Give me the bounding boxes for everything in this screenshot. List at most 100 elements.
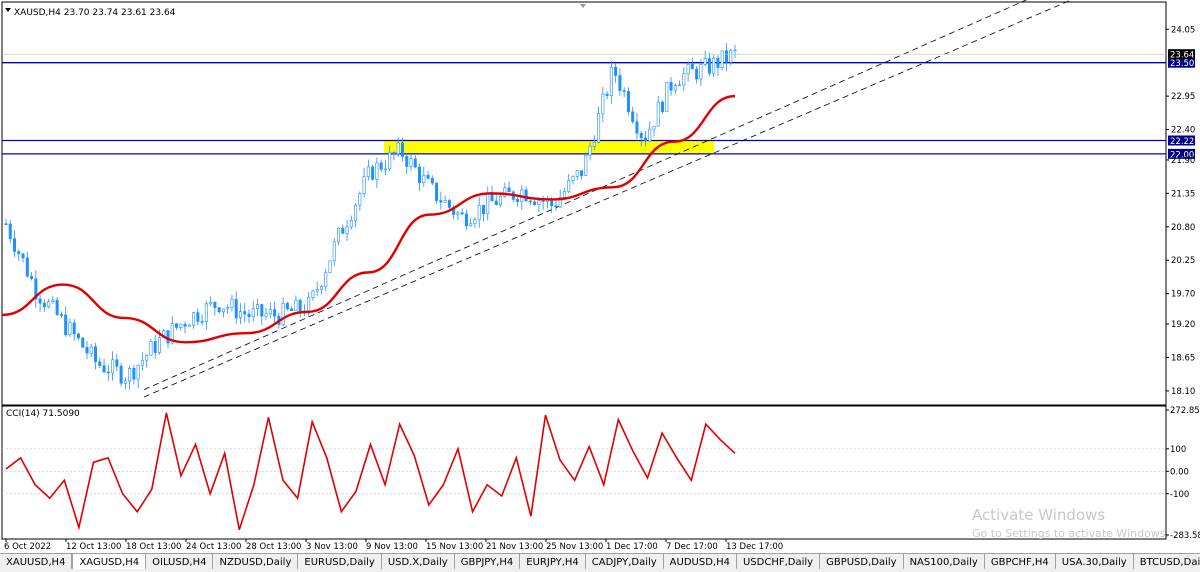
candle-body [400, 142, 404, 157]
candle-body [622, 90, 626, 92]
current-price-label: 23.64 [1170, 51, 1194, 61]
tab-gbpjpy-h4[interactable]: GBPJPY,H4 [455, 554, 521, 569]
cci-tick-label: 100 [1170, 445, 1186, 455]
candle-body [183, 323, 187, 327]
candle-body [562, 191, 566, 198]
candle-body [94, 346, 98, 363]
candle-body [392, 152, 396, 155]
candle-body [618, 75, 622, 91]
price-tick-label: 22.40 [1171, 126, 1195, 136]
candle-body [686, 63, 690, 74]
tab-eurusd-daily[interactable]: EURUSD,Daily [298, 554, 382, 569]
candle-body [537, 200, 541, 205]
candle-body [72, 322, 76, 335]
price-tick-label: 18.65 [1171, 353, 1195, 363]
price-tick-label: 20.25 [1171, 256, 1195, 266]
candle-body [418, 166, 422, 184]
candle-body [311, 290, 315, 298]
candle-body [597, 113, 601, 143]
chart-canvas[interactable]: XAUSD,H4 23.70 23.74 23.61 23.64 23.5022… [0, 0, 1200, 553]
candle-body [712, 57, 716, 74]
candle-body [614, 66, 618, 76]
candle-body [200, 321, 204, 323]
price-tick-label: 19.70 [1171, 290, 1195, 300]
candle-body [145, 354, 149, 361]
time-axis: 6 Oct 2022 12 Oct 13:00 18 Oct 13:00 24 Oct… [4, 539, 783, 552]
tab-nas100-daily[interactable]: NAS100,Daily [904, 554, 985, 569]
candle-body [481, 204, 485, 215]
candle-body [580, 170, 584, 176]
candle-body [328, 260, 332, 274]
tab-gbpchf-h4[interactable]: GBPCHF,H4 [985, 554, 1056, 569]
candle-body [324, 272, 328, 287]
candle-body [4, 223, 8, 226]
candle-body [25, 257, 29, 277]
tab-eurjpy-h4[interactable]: EURJPY,H4 [520, 554, 586, 569]
candle-body [486, 193, 490, 215]
candle-body [354, 204, 358, 221]
tab-btcusd-daily[interactable]: BTCUSD,Daily [1134, 554, 1200, 569]
candle-body [388, 152, 392, 170]
candle-body [592, 142, 596, 147]
candle-body [123, 380, 127, 384]
candle-body [703, 58, 707, 65]
tab-oilusd-h4[interactable]: OILUSD,H4 [146, 554, 214, 569]
candle-body [213, 301, 217, 308]
candle-body [494, 200, 498, 206]
candle-body [8, 223, 12, 239]
candle-body [136, 364, 140, 380]
candle-body [724, 50, 728, 63]
candle-body [571, 176, 575, 181]
candle-body [51, 299, 55, 302]
tab-cadjpy-daily[interactable]: CADJPY,Daily [586, 554, 664, 569]
level-tag-label: 22.22 [1170, 137, 1194, 147]
tab-xagusd-h4[interactable]: XAGUSD,H4 [72, 554, 147, 569]
candle-body [639, 132, 643, 139]
candle-body [256, 304, 260, 310]
tab-nzdusd-daily[interactable]: NZDUSD,Daily [213, 554, 299, 569]
candle-body [247, 313, 251, 318]
tab-usd-x-daily[interactable]: USD.X,Daily [382, 554, 455, 569]
candle-body [695, 68, 699, 80]
candle-body [460, 212, 464, 215]
candle-body [567, 180, 571, 192]
tab-gbpusd-daily[interactable]: GBPUSD,Daily [820, 554, 904, 569]
candle-body [264, 313, 268, 317]
candle-body [635, 121, 639, 134]
candle-body [349, 220, 353, 228]
candle-body [516, 199, 520, 202]
candle-body [128, 367, 132, 382]
candle-body [605, 93, 609, 96]
candle-body [179, 323, 183, 328]
candle-body [609, 66, 613, 96]
candle-body [371, 166, 375, 180]
tab-usa-30-daily[interactable]: USA.30,Daily [1056, 554, 1134, 569]
time-tick-label: 21 Nov 13:00 [486, 542, 543, 552]
candle-body [187, 324, 191, 327]
candle-body [716, 57, 720, 69]
candle-body [153, 341, 157, 353]
tab-audusd-h4[interactable]: AUDUSD,H4 [664, 554, 737, 569]
candle-body [290, 308, 294, 311]
candle-body [678, 84, 682, 87]
candle-body [175, 323, 179, 328]
tab-xauusd-h4[interactable]: XAUUSD,H4 [0, 554, 73, 569]
candle-body [396, 142, 400, 155]
candle-body [652, 125, 656, 130]
symbol-tabs: XAUUSD,H4 XAGUSD,H4 OILUSD,H4 NZDUSD,Daily E… [0, 553, 1200, 572]
candle-body [315, 289, 319, 292]
candle-body [422, 174, 426, 184]
candle-body [234, 299, 238, 319]
candle-body [690, 63, 694, 70]
candle-body [733, 49, 737, 52]
candle-body [298, 299, 302, 312]
tab-usdchf-daily[interactable]: USDCHF,Daily [737, 554, 821, 569]
time-tick-label: 6 Oct 2022 [4, 542, 51, 552]
cci-axis: 272.852 100 0.00 -100 -283.582 [1166, 406, 1200, 541]
candle-body [358, 193, 362, 206]
candle-body [554, 205, 558, 208]
candle-body [209, 301, 213, 305]
cci-tick-label: 272.852 [1170, 406, 1200, 416]
candle-body [601, 93, 605, 115]
candle-body [665, 81, 669, 112]
